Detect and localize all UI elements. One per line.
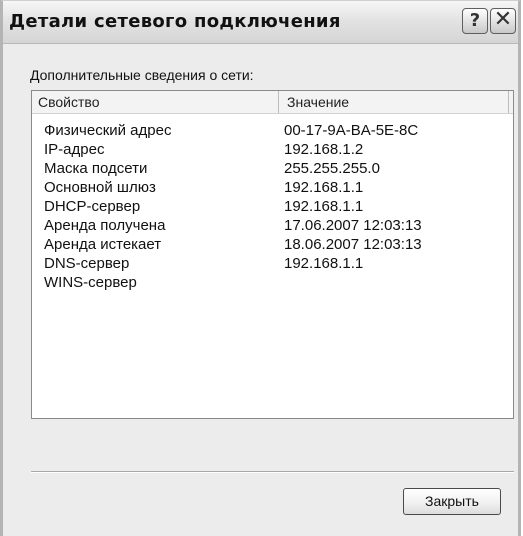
property-cell: Аренда истекает <box>44 236 162 253</box>
value-cell: 192.168.1.1 <box>284 179 364 196</box>
list-row[interactable]: WINS-сервер <box>32 273 513 292</box>
property-cell: Физический адрес <box>44 122 172 139</box>
network-details-list[interactable]: Свойство Значение Физический адрес 00-17… <box>31 90 514 419</box>
value-cell: 00-17-9A-BA-5E-8C <box>284 122 419 139</box>
property-cell: DNS-сервер <box>44 255 130 272</box>
help-button[interactable]: ? <box>462 8 488 34</box>
value-cell: 192.168.1.1 <box>284 255 364 272</box>
list-row[interactable]: DHCP-сервер 192.168.1.1 <box>32 197 513 216</box>
details-caption: Дополнительные сведения о сети: <box>30 67 254 83</box>
window-title: Детали сетевого подключения <box>9 11 341 32</box>
list-row[interactable]: DNS-сервер 192.168.1.1 <box>32 254 513 273</box>
property-cell: Аренда получена <box>44 217 166 234</box>
network-details-dialog: Детали сетевого подключения ? ✕ Дополнит… <box>0 0 521 536</box>
list-row[interactable]: Аренда получена 17.06.2007 12:03:13 <box>32 216 513 235</box>
column-header-property[interactable]: Свойство <box>32 91 279 113</box>
list-row[interactable]: IP-адрес 192.168.1.2 <box>32 140 513 159</box>
property-cell: IP-адрес <box>44 141 105 158</box>
list-row[interactable]: Основной шлюз 192.168.1.1 <box>32 178 513 197</box>
value-cell: 255.255.255.0 <box>284 160 380 177</box>
value-cell: 192.168.1.2 <box>284 141 364 158</box>
value-cell: 192.168.1.1 <box>284 198 364 215</box>
property-cell: WINS-сервер <box>44 274 137 291</box>
property-cell: DHCP-сервер <box>44 198 141 215</box>
column-header-value[interactable]: Значение <box>279 91 509 113</box>
value-cell: 17.06.2007 12:03:13 <box>284 217 422 234</box>
list-row[interactable]: Маска подсети 255.255.255.0 <box>32 159 513 178</box>
list-row[interactable]: Аренда истекает 18.06.2007 12:03:13 <box>32 235 513 254</box>
close-window-button[interactable]: ✕ <box>490 8 516 34</box>
value-cell: 18.06.2007 12:03:13 <box>284 236 422 253</box>
list-header: Свойство Значение <box>32 91 513 114</box>
list-rows: Физический адрес 00-17-9A-BA-5E-8C IP-ад… <box>32 121 513 292</box>
list-row[interactable]: Физический адрес 00-17-9A-BA-5E-8C <box>32 121 513 140</box>
close-button[interactable]: Закрыть <box>403 488 501 515</box>
footer-divider <box>31 471 514 473</box>
title-bar[interactable]: Детали сетевого подключения ? ✕ <box>3 1 518 44</box>
property-cell: Маска подсети <box>44 160 148 177</box>
property-cell: Основной шлюз <box>44 179 156 196</box>
